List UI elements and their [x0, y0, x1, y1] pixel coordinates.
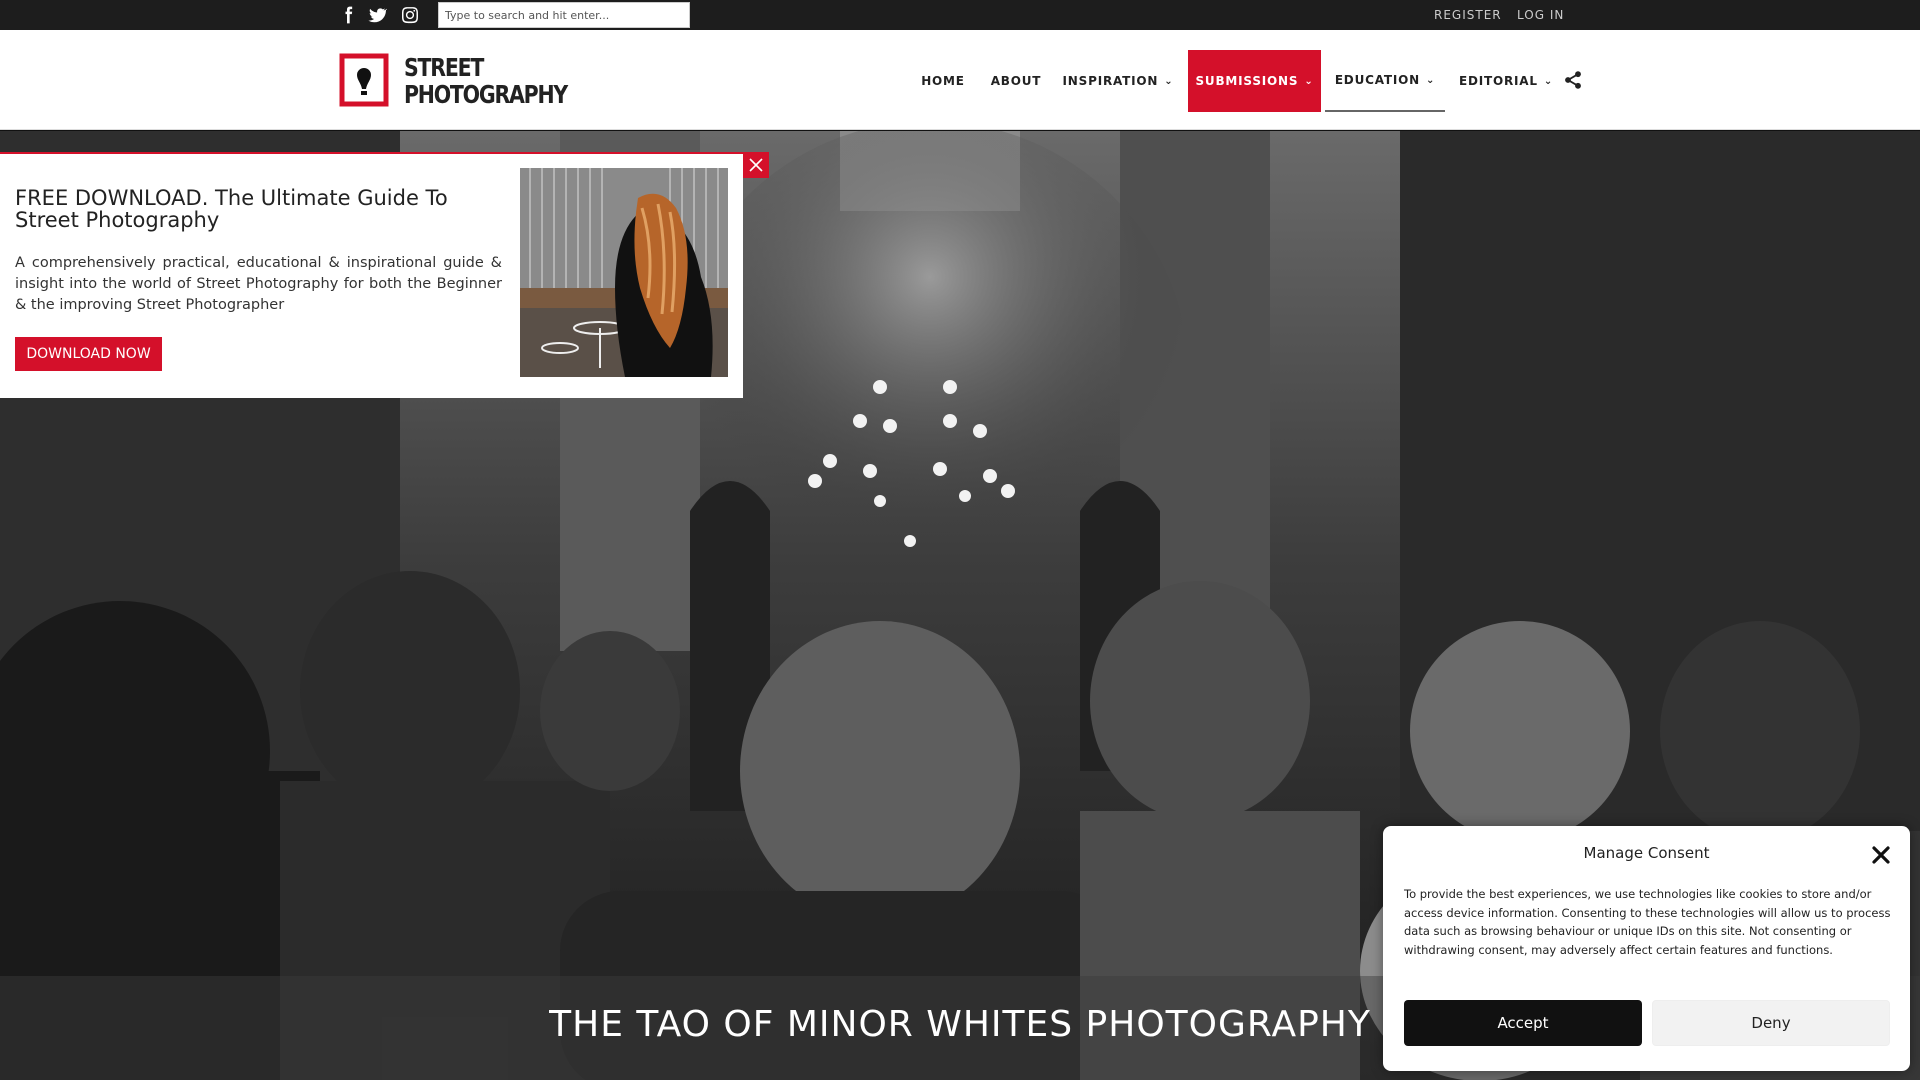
twitter-icon[interactable]: [367, 0, 387, 30]
nav-inspiration[interactable]: INSPIRATION ⌄: [1062, 50, 1174, 112]
nav-education-label: EDUCATION: [1334, 73, 1420, 87]
consent-text: To provide the best experiences, we use …: [1404, 887, 1891, 957]
top-bar: REGISTER LOG IN: [0, 0, 1920, 30]
nav-home-label: HOME: [921, 74, 965, 88]
nav-about[interactable]: ABOUT: [986, 50, 1046, 112]
popup-guide-image: [520, 168, 728, 377]
instagram-icon[interactable]: [400, 0, 420, 30]
chevron-down-icon: ⌄: [1425, 74, 1436, 86]
nav-editorial[interactable]: EDITORIAL ⌄: [1456, 50, 1556, 112]
site-header: STREET PHOTOGRAPHY HOME ABOUT INSPIRATIO…: [0, 30, 1920, 130]
search-input[interactable]: [438, 2, 690, 28]
nav-submissions[interactable]: SUBMISSIONS ⌄: [1188, 50, 1321, 112]
download-popup: FREE DOWNLOAD. The Ultimate Guide To Str…: [0, 152, 743, 398]
download-now-button[interactable]: DOWNLOAD NOW: [15, 337, 162, 371]
accept-button[interactable]: Accept: [1404, 1000, 1642, 1046]
camera-logo-icon: [339, 53, 389, 107]
register-link[interactable]: REGISTER: [1434, 0, 1502, 30]
site-logo[interactable]: STREET PHOTOGRAPHY: [338, 52, 568, 110]
logo-line-1: STREET: [404, 53, 484, 82]
nav-home[interactable]: HOME: [914, 50, 972, 112]
login-link[interactable]: LOG IN: [1517, 0, 1564, 30]
consent-dialog: Manage Consent To provide the best exper…: [1383, 826, 1910, 1071]
logo-wordmark: STREET PHOTOGRAPHY: [404, 53, 568, 109]
deny-button[interactable]: Deny: [1652, 1000, 1890, 1046]
popup-title: FREE DOWNLOAD. The Ultimate Guide To Str…: [15, 186, 448, 232]
nav-editorial-label: EDITORIAL: [1458, 74, 1538, 88]
nav-about-label: ABOUT: [990, 74, 1042, 88]
logo-line-2: PHOTOGRAPHY: [404, 80, 568, 109]
facebook-icon[interactable]: [338, 0, 358, 30]
nav-education[interactable]: EDUCATION ⌄: [1325, 50, 1445, 112]
close-icon: [749, 158, 763, 172]
consent-title: Manage Consent: [1583, 844, 1710, 862]
share-icon[interactable]: [1563, 70, 1583, 90]
close-icon[interactable]: [1870, 844, 1892, 866]
popup-close-button[interactable]: [743, 152, 769, 178]
chevron-down-icon: ⌄: [1543, 75, 1554, 87]
nav-inspiration-label: INSPIRATION: [1062, 74, 1159, 88]
chevron-down-icon: ⌄: [1164, 75, 1174, 87]
popup-description: A comprehensively practical, educational…: [15, 255, 502, 313]
chevron-down-icon: ⌄: [1304, 75, 1314, 87]
nav-submissions-label: SUBMISSIONS: [1195, 74, 1299, 88]
